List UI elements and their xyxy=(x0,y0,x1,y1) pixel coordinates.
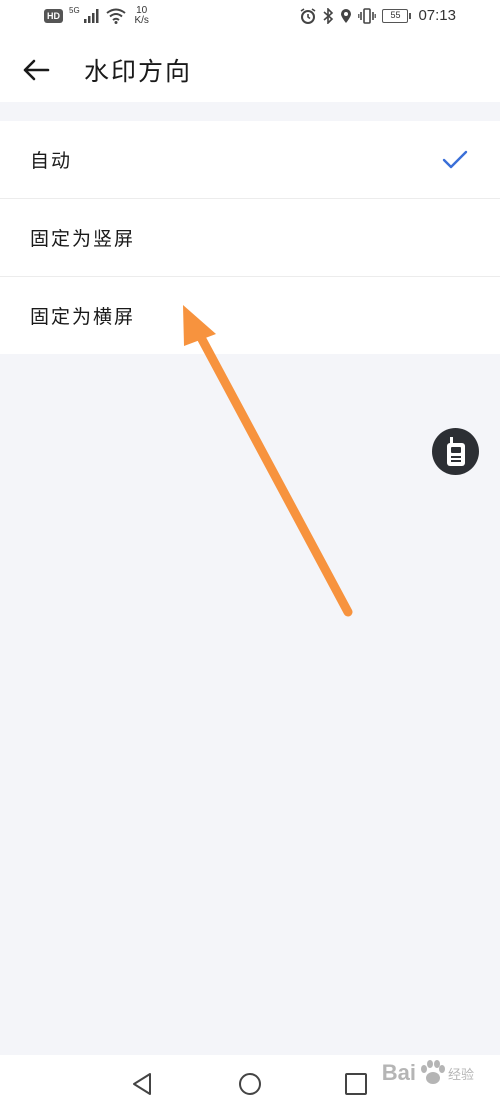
page-title: 水印方向 xyxy=(84,57,193,86)
nav-home-icon[interactable] xyxy=(237,1071,263,1097)
app-bar: 水印方向 xyxy=(0,36,500,102)
status-left: HD 5G 10 K/s xyxy=(44,6,152,26)
option-fixed-portrait[interactable]: 固定为竖屏 xyxy=(0,199,500,277)
bluetooth-icon xyxy=(323,7,334,24)
location-icon xyxy=(341,8,352,23)
arrow-left-icon xyxy=(23,59,50,81)
alarm-icon xyxy=(301,7,316,24)
baidu-watermark: Bai 经验 xyxy=(382,1060,474,1086)
option-fixed-landscape[interactable]: 固定为横屏 xyxy=(0,277,500,354)
vibrate-icon xyxy=(358,7,377,24)
clock: 07:13 xyxy=(418,7,456,24)
watermark-sub: 经验 xyxy=(447,1066,474,1082)
paw-icon xyxy=(420,1060,445,1084)
option-auto[interactable]: 自动 xyxy=(0,121,500,199)
nav-recent-icon[interactable] xyxy=(343,1071,369,1097)
status-right: 55 07:13 xyxy=(300,7,456,24)
watermark-brand: Bai xyxy=(381,1060,416,1085)
battery-icon: 55 xyxy=(382,8,412,23)
back-button[interactable] xyxy=(20,54,52,86)
option-label: 自动 xyxy=(30,150,73,172)
hd-badge: HD xyxy=(44,9,63,23)
option-label: 固定为横屏 xyxy=(30,306,136,328)
floating-assistant-button[interactable] xyxy=(432,428,479,475)
signal-icon xyxy=(83,9,99,23)
network-type: 5G xyxy=(69,5,80,15)
speed-unit: K/s xyxy=(134,15,149,26)
options-list: 自动 固定为竖屏 固定为横屏 xyxy=(0,121,500,354)
status-bar: HD 5G 10 K/s 55 07:13 xyxy=(0,0,500,36)
network-speed: 10 K/s xyxy=(132,6,152,26)
check-icon xyxy=(442,150,468,169)
nav-back-icon[interactable] xyxy=(130,1071,156,1097)
walkie-talkie-icon xyxy=(446,436,465,466)
option-label: 固定为竖屏 xyxy=(30,228,136,250)
wifi-icon xyxy=(106,8,126,24)
